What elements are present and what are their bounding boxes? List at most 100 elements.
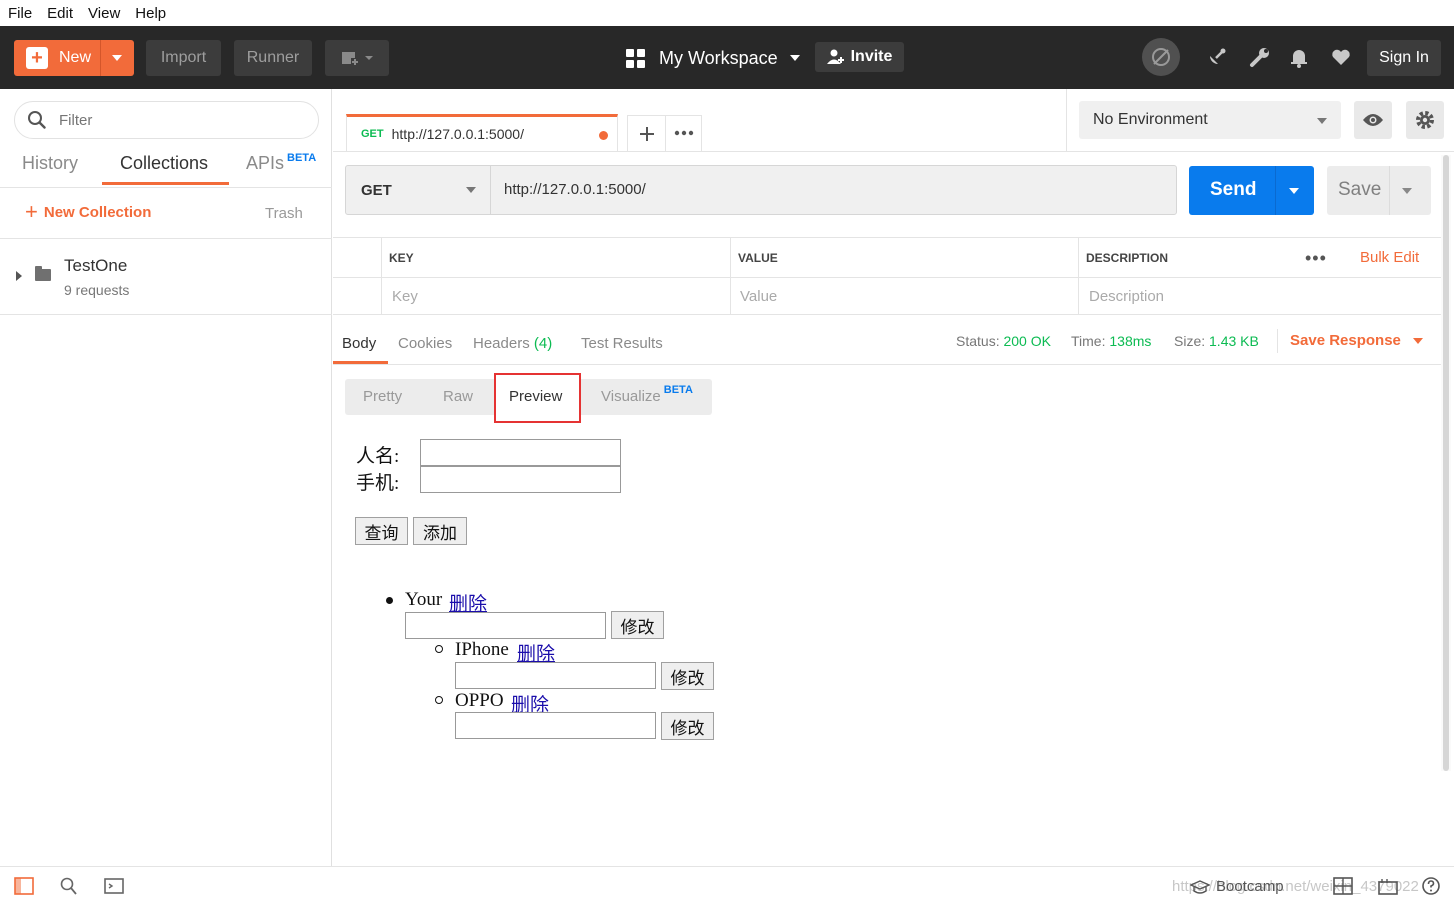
value-header: VALUE: [738, 251, 778, 265]
runner-button[interactable]: Runner: [234, 40, 312, 76]
menu-view[interactable]: View: [88, 5, 120, 22]
view-raw[interactable]: Raw: [443, 388, 473, 405]
tab-cookies[interactable]: Cookies: [398, 335, 452, 352]
new-window-icon: [342, 52, 373, 66]
request-tab[interactable]: GET http://127.0.0.1:5000/: [346, 114, 618, 151]
filter-input[interactable]: [59, 111, 289, 129]
tab-test-results[interactable]: Test Results: [581, 335, 663, 352]
filter-box[interactable]: [14, 101, 319, 139]
edit-button[interactable]: 修改: [661, 712, 714, 740]
view-visualize-label: Visualize: [601, 388, 661, 405]
trash-link[interactable]: Trash: [265, 205, 303, 222]
bullet-icon: [386, 597, 393, 604]
size-value: 1.43 KB: [1209, 333, 1259, 349]
menu-help[interactable]: Help: [135, 5, 166, 22]
menu-file[interactable]: File: [8, 5, 32, 22]
send-button[interactable]: Send: [1189, 166, 1314, 215]
highlight-box: [494, 373, 581, 423]
more-options-icon[interactable]: •••: [1305, 248, 1327, 269]
time-value: 138ms: [1109, 333, 1152, 349]
bootcamp-label: Bootcamp: [1216, 878, 1284, 895]
workspace-selector[interactable]: My Workspace: [626, 40, 800, 76]
caret-right-icon[interactable]: [16, 271, 22, 281]
edit-button[interactable]: 修改: [611, 611, 664, 639]
edit-input[interactable]: [405, 612, 606, 639]
edit-button[interactable]: 修改: [661, 662, 714, 690]
tab-collections[interactable]: Collections: [120, 153, 208, 174]
invite-button[interactable]: Invite: [815, 42, 904, 72]
sync-off-button[interactable]: [1142, 38, 1180, 76]
save-response-button[interactable]: Save Response: [1290, 332, 1423, 349]
new-collection-button[interactable]: + New Collection: [25, 201, 151, 223]
eye-icon: [1363, 114, 1383, 126]
view-visualize[interactable]: Visualize BETA: [601, 384, 693, 405]
url-input[interactable]: http://127.0.0.1:5000/: [504, 181, 646, 198]
add-tab-icon[interactable]: [638, 125, 656, 143]
bulk-edit-link[interactable]: Bulk Edit: [1360, 249, 1419, 266]
key-input[interactable]: Key: [392, 288, 418, 305]
tab-apis-label: APIs: [246, 153, 285, 173]
size-label: Size:: [1174, 333, 1206, 349]
save-dropdown-icon[interactable]: [1402, 188, 1412, 194]
chevron-down-icon: [466, 187, 476, 193]
sidebar-tabs: History Collections APIs BETA: [0, 149, 332, 187]
beta-badge: BETA: [663, 384, 693, 396]
manage-environments-button[interactable]: [1406, 101, 1444, 139]
tab-body[interactable]: Body: [342, 335, 376, 352]
find-replace-icon[interactable]: [58, 876, 80, 896]
method-select[interactable]: GET: [346, 166, 491, 214]
folder-icon: [35, 266, 51, 281]
satellite-icon[interactable]: [1206, 46, 1228, 68]
description-input[interactable]: Description: [1089, 288, 1164, 305]
wrench-icon[interactable]: [1249, 46, 1271, 68]
collection-item[interactable]: TestOne 9 requests: [0, 239, 332, 314]
scrollbar-thumb[interactable]: [1443, 155, 1449, 771]
list-item-name: IPhone: [455, 639, 509, 660]
view-pretty[interactable]: Pretty: [363, 388, 402, 405]
sidebar: History Collections APIsBETA + New Colle…: [0, 89, 332, 866]
environment-quick-look-button[interactable]: [1354, 101, 1392, 139]
help-icon[interactable]: [1420, 876, 1442, 896]
tab-headers-label: Headers: [473, 335, 530, 352]
phone-input[interactable]: [420, 466, 621, 493]
sidebar-toggle-icon[interactable]: [13, 876, 35, 896]
bootcamp-button[interactable]: Bootcamp: [1190, 878, 1284, 895]
menu-edit[interactable]: Edit: [47, 5, 73, 22]
scrollbar[interactable]: [1441, 155, 1451, 771]
name-input[interactable]: [420, 439, 621, 466]
key-header: KEY: [389, 251, 414, 265]
sync-off-icon: [1152, 48, 1170, 66]
sign-in-button[interactable]: Sign In: [1367, 40, 1441, 76]
edit-input[interactable]: [455, 662, 656, 689]
menu-bar: File Edit View Help: [0, 0, 1454, 26]
more-tabs-icon[interactable]: [674, 130, 694, 136]
query-button[interactable]: 查询: [355, 517, 408, 545]
new-window-button[interactable]: [325, 40, 389, 76]
list-item-name: OPPO: [455, 690, 504, 711]
value-input[interactable]: Value: [740, 288, 777, 305]
two-pane-icon[interactable]: [1332, 876, 1354, 896]
response-tabs: Body Cookies Headers (4) Test Results St…: [333, 325, 1441, 365]
tab-history[interactable]: History: [22, 153, 78, 174]
import-button[interactable]: Import: [146, 40, 221, 76]
tab-apis[interactable]: APIs BETA: [246, 152, 317, 174]
edit-input[interactable]: [455, 712, 656, 739]
bell-icon[interactable]: [1288, 46, 1310, 68]
save-button[interactable]: Save: [1327, 166, 1431, 215]
tab-headers[interactable]: Headers (4): [473, 335, 552, 352]
console-icon[interactable]: [103, 876, 125, 896]
headers-count: (4): [533, 335, 553, 352]
status-bar: https://blog.csdn.net/weixin_4379022 Boo…: [0, 866, 1454, 905]
send-dropdown-icon[interactable]: [1289, 188, 1299, 194]
new-button[interactable]: + New: [14, 40, 134, 76]
beta-badge: BETA: [287, 152, 317, 164]
list-item-name: Your: [405, 589, 443, 610]
add-user-icon: [826, 49, 844, 64]
bullet-icon: [435, 645, 443, 653]
add-button[interactable]: 添加: [413, 517, 467, 545]
environment-select[interactable]: No Environment: [1079, 101, 1341, 139]
new-dropdown-icon[interactable]: [112, 55, 122, 61]
heart-icon[interactable]: [1330, 46, 1352, 68]
params-table: KEY VALUE DESCRIPTION ••• Bulk Edit Key …: [333, 237, 1441, 315]
keyboard-shortcuts-icon[interactable]: [1377, 876, 1399, 896]
